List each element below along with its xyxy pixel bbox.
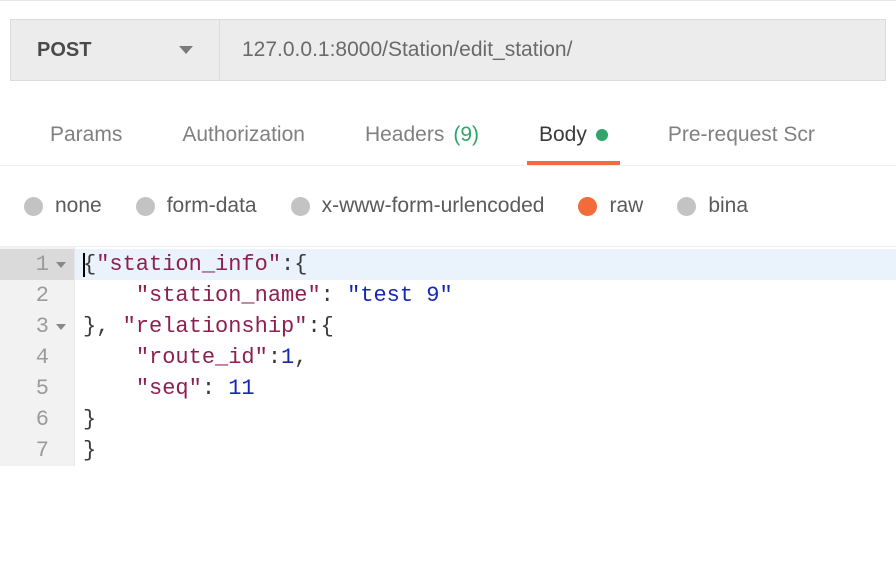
radio-icon [24, 197, 43, 216]
body-type-xwww[interactable]: x-www-form-urlencoded [291, 194, 545, 218]
tab-authorization-label: Authorization [182, 123, 305, 147]
gutter-line: 7 [0, 435, 74, 466]
tab-authorization[interactable]: Authorization [152, 123, 335, 165]
code-line: } [75, 435, 896, 466]
code-line: }, "relationship":{ [75, 311, 896, 342]
tab-body-label: Body [539, 123, 587, 147]
line-number: 2 [36, 280, 49, 311]
gutter-line: 2 [0, 280, 74, 311]
body-type-binary[interactable]: bina [677, 194, 748, 218]
body-type-none-label: none [55, 194, 102, 218]
code-line: {"station_info":{ [75, 249, 896, 280]
http-method-label: POST [37, 39, 91, 62]
line-number: 5 [36, 373, 49, 404]
code-line: } [75, 404, 896, 435]
tab-prerequest[interactable]: Pre-request Scr [638, 123, 845, 165]
code-line: "station_name": "test 9" [75, 280, 896, 311]
gutter-line: 5 [0, 373, 74, 404]
body-type-xwww-label: x-www-form-urlencoded [322, 194, 545, 218]
body-type-none[interactable]: none [24, 194, 102, 218]
tab-body[interactable]: Body [509, 123, 638, 165]
radio-icon [291, 197, 310, 216]
radio-icon [677, 197, 696, 216]
request-tabs: Params Authorization Headers (9) Body Pr… [0, 81, 896, 166]
editor-gutter: 1 2 3 4 5 6 7 [0, 247, 75, 466]
tab-headers-count: (9) [453, 123, 479, 147]
fold-icon[interactable] [56, 262, 66, 268]
code-editor[interactable]: 1 2 3 4 5 6 7 {"station_info":{ "station… [0, 246, 896, 466]
body-type-selector: none form-data x-www-form-urlencoded raw… [0, 166, 896, 246]
gutter-line: 1 [0, 249, 74, 280]
line-number: 1 [36, 249, 49, 280]
body-type-formdata[interactable]: form-data [136, 194, 257, 218]
tab-params-label: Params [50, 123, 122, 147]
tab-prerequest-label: Pre-request Scr [668, 123, 815, 147]
tab-headers[interactable]: Headers (9) [335, 123, 509, 165]
gutter-line: 4 [0, 342, 74, 373]
body-type-formdata-label: form-data [167, 194, 257, 218]
line-number: 3 [36, 311, 49, 342]
http-method-select[interactable]: POST [10, 19, 220, 81]
tab-params[interactable]: Params [20, 123, 152, 165]
gutter-line: 6 [0, 404, 74, 435]
editor-code[interactable]: {"station_info":{ "station_name": "test … [75, 247, 896, 466]
line-number: 6 [36, 404, 49, 435]
radio-icon [578, 197, 597, 216]
body-type-binary-label: bina [708, 194, 748, 218]
radio-icon [136, 197, 155, 216]
code-line: "route_id":1, [75, 342, 896, 373]
gutter-line: 3 [0, 311, 74, 342]
chevron-down-icon [179, 46, 193, 54]
line-number: 4 [36, 342, 49, 373]
dot-icon [596, 129, 608, 141]
fold-icon[interactable] [56, 324, 66, 330]
url-text: 127.0.0.1:8000/Station/edit_station/ [242, 38, 572, 62]
body-type-raw-label: raw [609, 194, 643, 218]
line-number: 7 [36, 435, 49, 466]
code-line: "seq": 11 [75, 373, 896, 404]
body-type-raw[interactable]: raw [578, 194, 643, 218]
url-input[interactable]: 127.0.0.1:8000/Station/edit_station/ [220, 19, 886, 81]
tab-headers-label: Headers [365, 123, 444, 147]
request-bar: POST 127.0.0.1:8000/Station/edit_station… [0, 1, 896, 81]
